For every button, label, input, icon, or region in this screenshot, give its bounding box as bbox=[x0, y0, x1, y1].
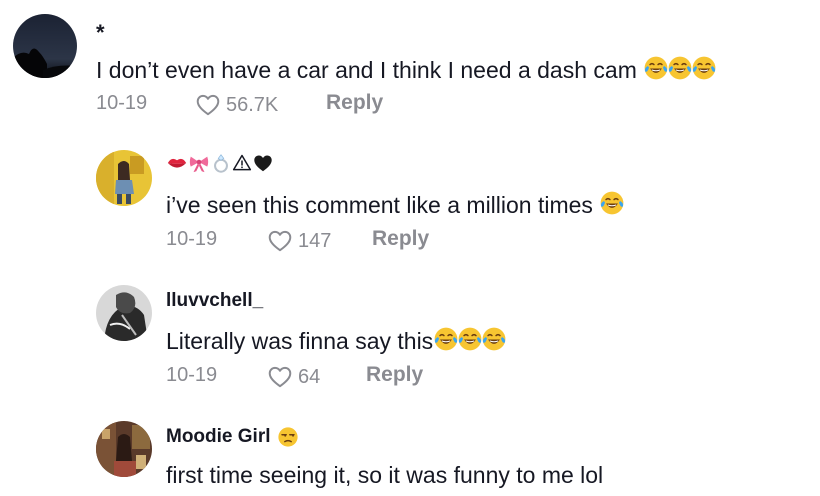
comment-text: i’ve seen this comment like a million ti… bbox=[166, 190, 625, 219]
comment-date: 10-19 bbox=[166, 228, 218, 250]
comment-username[interactable] bbox=[166, 152, 274, 174]
like-button[interactable]: 147 bbox=[267, 228, 331, 254]
ring-icon bbox=[210, 152, 232, 174]
black-heart-icon bbox=[252, 152, 274, 174]
heart-icon bbox=[267, 228, 293, 254]
like-button[interactable]: 56.7K bbox=[195, 92, 278, 118]
face-with-tears-of-joy-icon bbox=[599, 190, 625, 216]
ribbon-icon bbox=[188, 152, 210, 174]
comment-text: Literally was finna say this bbox=[166, 326, 507, 355]
avatar[interactable] bbox=[96, 285, 152, 341]
kiss-mark-icon bbox=[166, 152, 188, 174]
reply-button[interactable]: Reply bbox=[366, 363, 423, 387]
heart-icon bbox=[267, 364, 293, 390]
heart-icon bbox=[195, 92, 221, 118]
unamused-face-icon bbox=[277, 426, 299, 448]
face-with-tears-of-joy-icon bbox=[457, 326, 483, 352]
like-count: 64 bbox=[298, 365, 321, 388]
like-count: 147 bbox=[298, 229, 332, 252]
like-count: 56.7K bbox=[226, 93, 279, 116]
reply-button[interactable]: Reply bbox=[326, 91, 383, 115]
comment-date: 10-19 bbox=[166, 364, 218, 386]
comment-date: 10-19 bbox=[96, 92, 148, 114]
face-with-tears-of-joy-icon bbox=[691, 55, 717, 81]
like-button[interactable]: 64 bbox=[267, 364, 320, 390]
comment-text-body: I don’t even have a car and I think I ne… bbox=[96, 57, 637, 83]
comment-username[interactable]: * bbox=[96, 20, 105, 46]
face-with-tears-of-joy-icon bbox=[481, 326, 507, 352]
comment-text: I don’t even have a car and I think I ne… bbox=[96, 55, 717, 84]
comment-username[interactable]: Moodie Girl bbox=[166, 426, 271, 448]
warning-sign-icon bbox=[232, 153, 252, 173]
comment-text-body: i’ve seen this comment like a million ti… bbox=[166, 192, 593, 218]
comment-text: first time seeing it, so it was funny to… bbox=[166, 462, 604, 488]
avatar[interactable] bbox=[96, 421, 152, 477]
reply-button[interactable]: Reply bbox=[372, 227, 429, 251]
face-with-tears-of-joy-icon bbox=[643, 55, 669, 81]
comment-text-body: Literally was finna say this bbox=[166, 328, 434, 354]
face-with-tears-of-joy-icon bbox=[433, 326, 459, 352]
comment-username[interactable]: lluvvchell_ bbox=[166, 290, 263, 312]
avatar[interactable] bbox=[13, 14, 77, 78]
comment-username-row: Moodie Girl bbox=[166, 426, 299, 448]
avatar[interactable] bbox=[96, 150, 152, 206]
face-with-tears-of-joy-icon bbox=[667, 55, 693, 81]
